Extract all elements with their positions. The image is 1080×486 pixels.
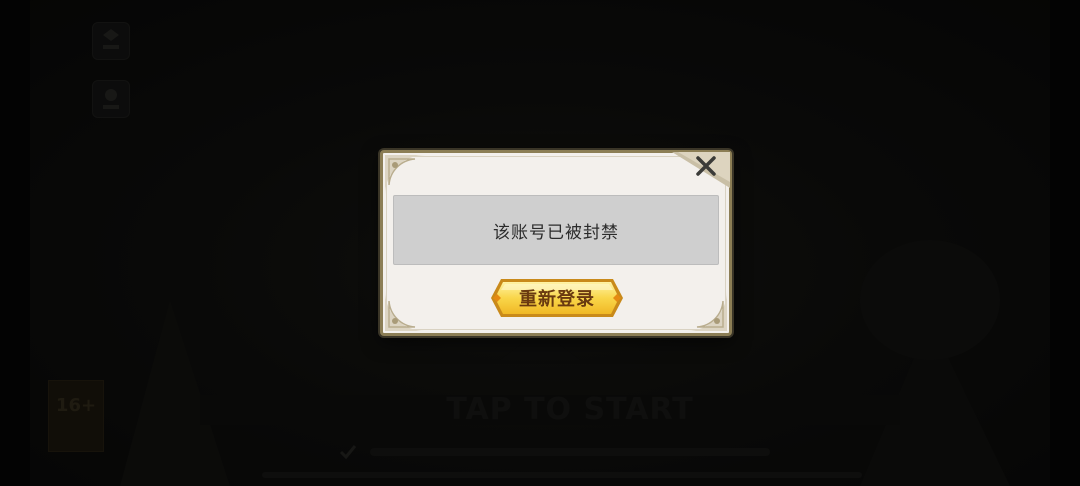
corner-ornament-top-left: [385, 155, 425, 195]
corner-ornament-bottom-left: [385, 291, 425, 331]
game-screen[interactable]: 16+ TAP TO START 该账号已被封禁 重新登录: [0, 0, 1080, 486]
message-box: 该账号已被封禁: [393, 195, 719, 265]
relogin-button[interactable]: 重新登录: [489, 277, 625, 319]
ban-notice-dialog: 该账号已被封禁 重新登录: [380, 150, 732, 336]
close-button[interactable]: [672, 152, 730, 188]
close-icon: [672, 152, 730, 188]
relogin-button-label: 重新登录: [519, 289, 595, 310]
corner-ornament-bottom-right: [687, 291, 727, 331]
ban-message: 该账号已被封禁: [493, 222, 619, 243]
